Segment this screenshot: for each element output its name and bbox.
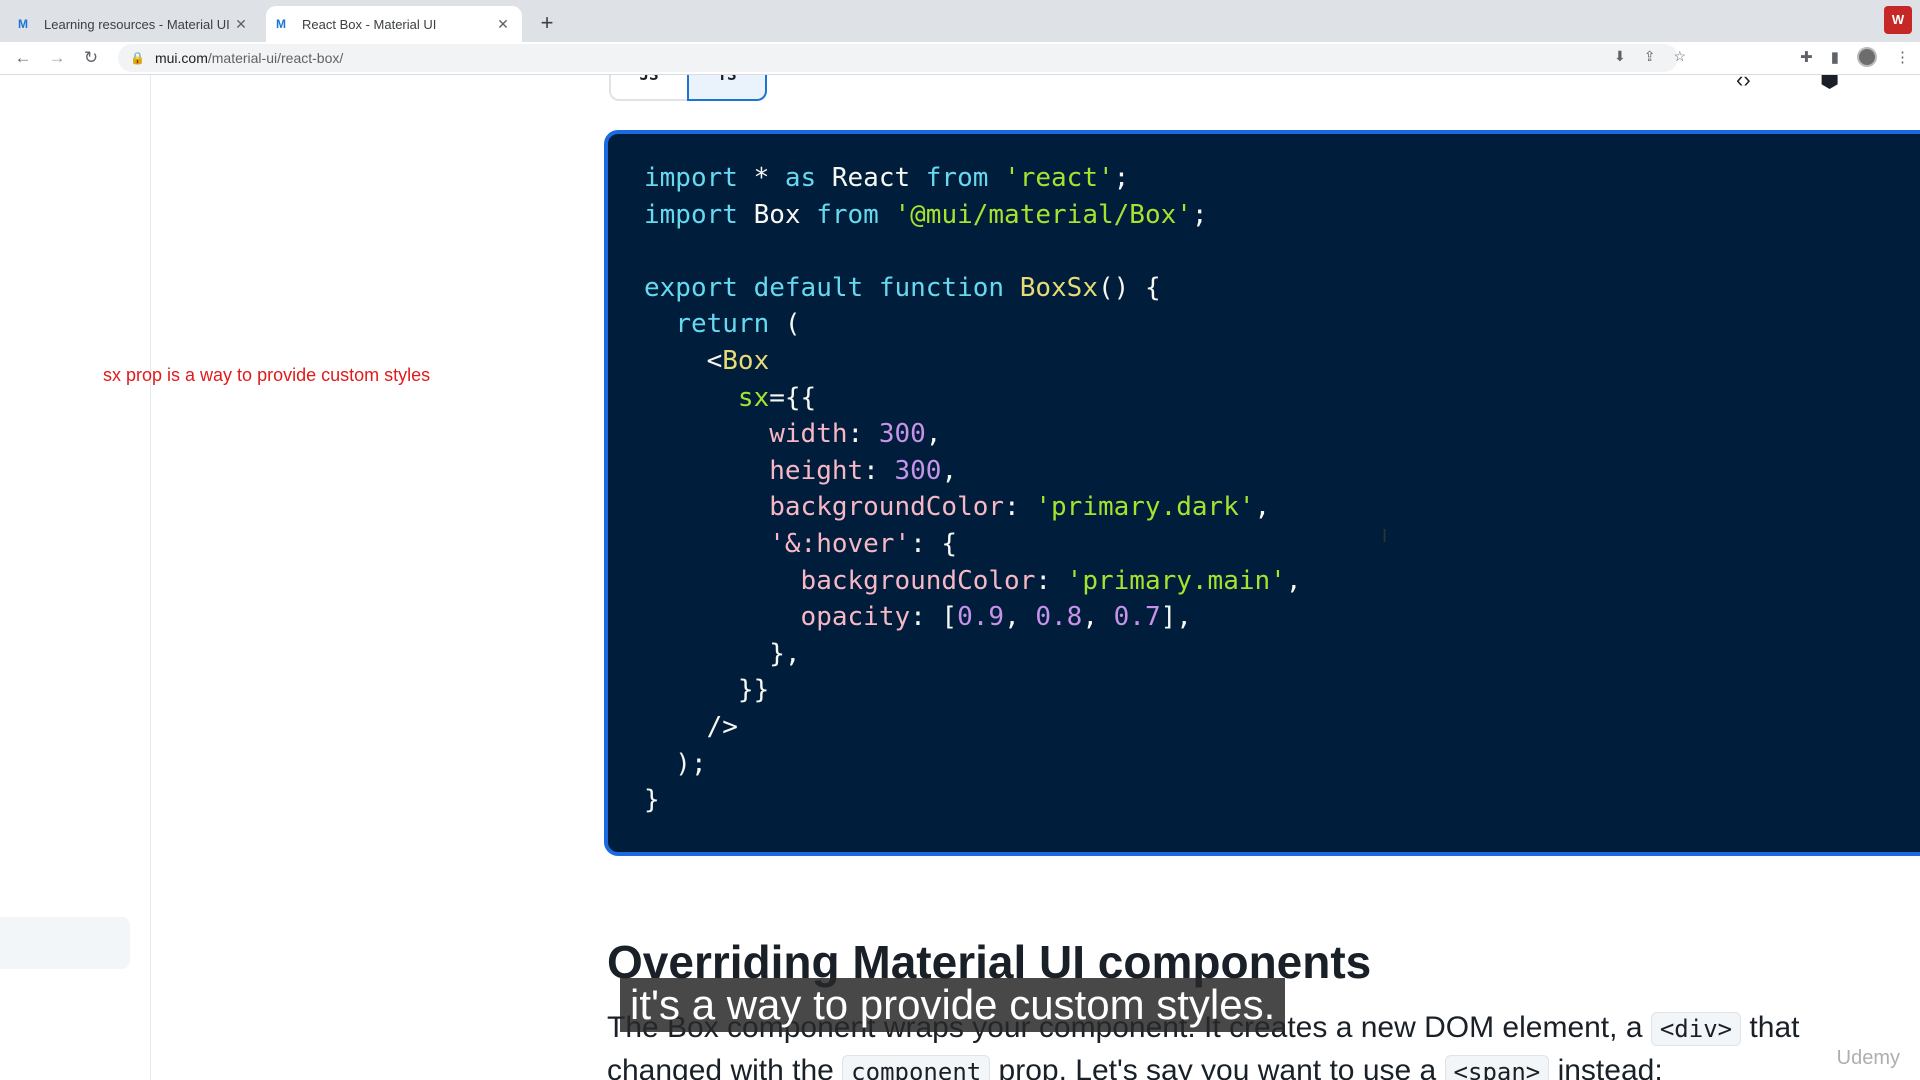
code-token: BoxSx [1019, 272, 1098, 303]
code-line: }, [644, 638, 801, 669]
code-line: import Box from '@mui/material/Box'; [644, 199, 1208, 230]
address-bar[interactable]: 🔒 mui.com/material-ui/react-box/ [118, 44, 1678, 72]
code-line: import * as React from 'react'; [644, 163, 1130, 193]
paragraph-text: instead: [1549, 1054, 1663, 1080]
sidebar-active-item[interactable] [0, 917, 130, 969]
bookmark-star-icon[interactable]: ☆ [1673, 48, 1686, 65]
close-icon[interactable]: ✕ [494, 16, 512, 33]
code-line: backgroundColor: 'primary.main', [800, 565, 1302, 596]
code-line: sx={{ [737, 382, 817, 413]
tab-react-box[interactable]: M React Box - Material UI ✕ [266, 6, 522, 42]
code-line: export default function BoxSx() { [644, 272, 1161, 303]
code-token: sx [737, 382, 770, 413]
code-line: return ( [675, 309, 801, 340]
code-token: return [675, 309, 770, 340]
inline-code: component [842, 1055, 991, 1080]
mui-logo-icon: M [18, 17, 28, 31]
code-token: 300 [878, 419, 926, 450]
code-line: ); [644, 748, 707, 779]
code-token: 0.7 [1113, 602, 1161, 633]
paragraph-text: prop. Let's say you want to use a [990, 1054, 1445, 1080]
code-line: '&:hover': { [769, 528, 958, 559]
annotation-text: sx prop is a way to provide custom style… [103, 365, 431, 385]
code-content: import * as React from 'react'; import B… [644, 160, 1301, 819]
code-token: Box [722, 345, 770, 376]
code-line: height: 300, [769, 455, 958, 486]
inline-code: <span> [1444, 1055, 1550, 1080]
code-token: 'primary.dark' [1035, 492, 1255, 523]
code-token: 'react' [1004, 163, 1114, 193]
tab-bar: M Learning resources - Material UI ✕ M R… [0, 0, 1920, 42]
page-content: sx prop is a way to provide custom style… [0, 75, 1920, 1080]
paragraph-text: changed with the [607, 1054, 843, 1080]
text-cursor-icon: I [1382, 526, 1388, 546]
reload-icon[interactable]: ↻ [80, 47, 102, 69]
mui-logo-icon: M [276, 17, 286, 31]
code-token: import [644, 199, 738, 230]
code-token: 'primary.main' [1066, 565, 1286, 596]
code-token: import [644, 163, 738, 193]
code-token: from [816, 199, 879, 230]
code-token: '&:hover' [769, 528, 911, 559]
code-token: 300 [894, 455, 942, 486]
share-icon[interactable]: ⇪ [1644, 48, 1656, 65]
code-line: opacity: [0.9, 0.8, 0.7], [800, 602, 1192, 633]
extensions-puzzle-icon[interactable]: ✚ [1800, 48, 1813, 66]
install-icon[interactable]: ⬇ [1614, 48, 1626, 65]
address-bar-actions: ⬇ ⇪ ☆ [1614, 48, 1686, 65]
code-token: backgroundColor [800, 565, 1036, 596]
language-toggle-ts[interactable]: TS [687, 75, 767, 101]
close-icon[interactable]: ✕ [232, 16, 250, 33]
code-expand-icon[interactable]: ‹› [1736, 75, 1751, 93]
code-line: } [644, 785, 660, 816]
profile-avatar[interactable] [1857, 47, 1877, 67]
address-host: mui.com [154, 50, 208, 66]
code-line: }} [644, 675, 770, 706]
forward-arrow-icon[interactable]: → [46, 47, 68, 69]
code-token: export [644, 272, 738, 303]
kebab-menu-icon[interactable]: ⋮ [1895, 48, 1910, 66]
address-path: /material-ui/react-box/ [207, 50, 344, 66]
code-token: width [769, 419, 848, 450]
paragraph-text: that [1741, 1011, 1800, 1044]
tab-learning-resources[interactable]: M Learning resources - Material UI ✕ [8, 6, 260, 42]
side-panel-icon[interactable]: ▮ [1831, 48, 1839, 66]
extension-badge[interactable]: W [1884, 6, 1912, 34]
browser-toolbar: ← → ↻ 🔒 mui.com/material-ui/react-box/ ⬇… [0, 42, 1920, 75]
code-line: /> [644, 711, 738, 742]
udemy-watermark: Udemy [1836, 1047, 1900, 1069]
code-token: '@mui/material/Box' [894, 199, 1192, 230]
code-token: backgroundColor [769, 492, 1005, 523]
code-block[interactable]: import * as React from 'react'; import B… [604, 130, 1920, 856]
code-token: height [769, 455, 864, 486]
sidebar-divider [150, 75, 151, 1080]
code-line: <Box [644, 345, 770, 376]
video-subtitle: it's a way to provide custom styles. [620, 978, 1286, 1032]
code-token: as [784, 163, 817, 193]
codesandbox-icon[interactable]: ⬢ [1820, 75, 1839, 93]
new-tab-button[interactable]: + [534, 10, 560, 36]
tab-title: Learning resources - Material UI [44, 16, 230, 32]
code-token: from [925, 163, 989, 193]
inline-code: <div> [1650, 1012, 1742, 1046]
code-token: opacity [800, 602, 911, 633]
code-token: 0.8 [1035, 602, 1083, 633]
back-arrow-icon[interactable]: ← [12, 47, 34, 69]
code-token: 0.9 [957, 602, 1005, 633]
language-toggle-js[interactable]: JS [609, 75, 689, 101]
browser-actions: ✚ ▮ ⋮ [1800, 47, 1910, 67]
code-token: function [878, 272, 1005, 303]
lock-icon: 🔒 [130, 51, 145, 65]
tab-title: React Box - Material UI [302, 16, 437, 32]
code-line: width: 300, [769, 419, 942, 450]
code-line: backgroundColor: 'primary.dark', [769, 492, 1271, 523]
code-token: default [753, 272, 864, 303]
